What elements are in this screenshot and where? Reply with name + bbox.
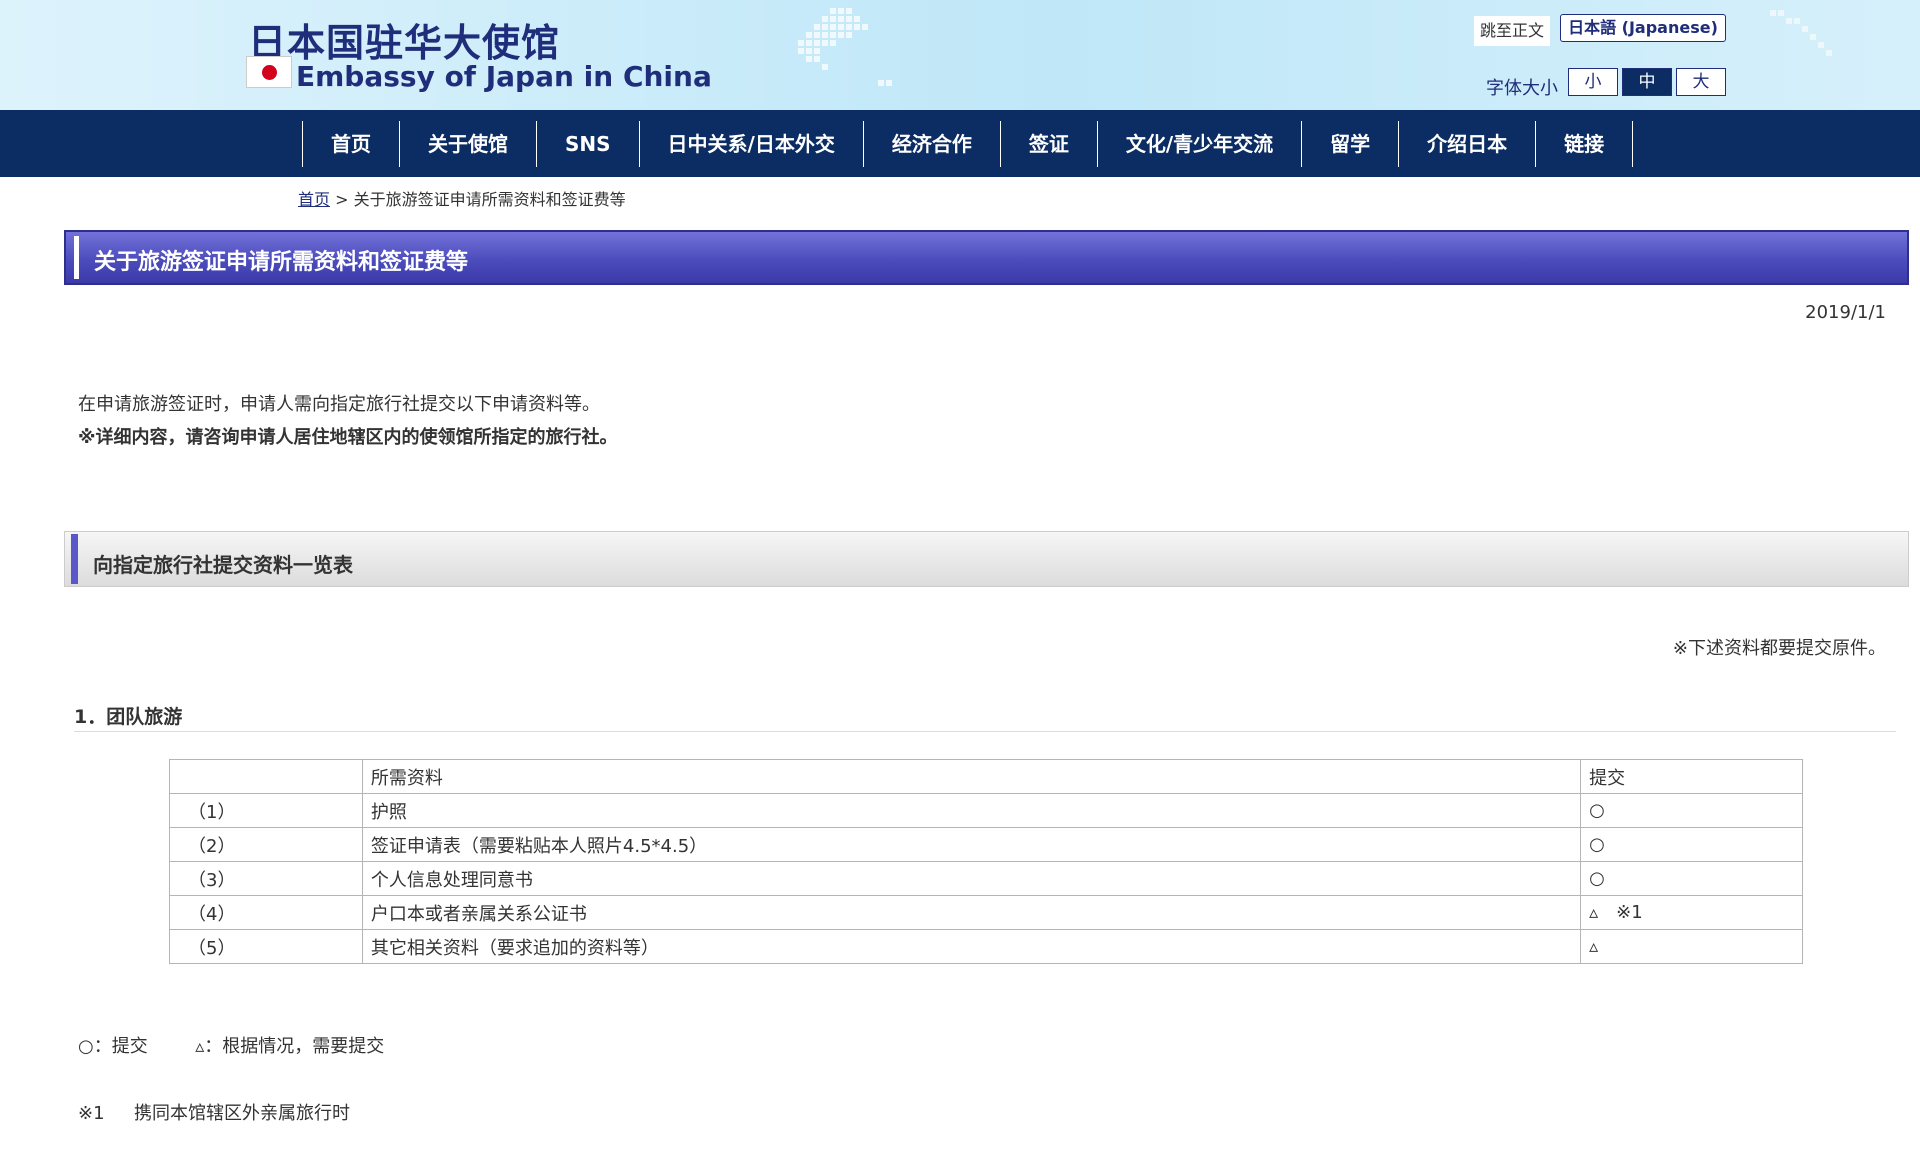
site-title-english[interactable]: Embassy of Japan in China [296,60,712,93]
nav-item-study-abroad[interactable]: 留学 [1302,121,1400,167]
document-name: 个人信息处理同意书 [361,861,1582,896]
section-title: 向指定旅行社提交资料一览表 [93,553,353,577]
breadcrumb-current: 关于旅游签证申请所需资料和签证费等 [353,190,626,209]
footnote-text: 携同本馆辖区外亲属旅行时 [134,1103,351,1124]
document-name: 护照 [361,793,1582,828]
japan-flag-icon [246,56,292,88]
section-accent [71,534,78,584]
originals-note: ※下述资料都要提交原件。 [1672,638,1886,659]
japanese-language-button[interactable]: 日本語 (Japanese) [1560,14,1726,42]
font-size-medium-button[interactable]: 中 [1622,68,1672,96]
table-row: （5） 其它相关资料（要求追加的资料等） ▵ [169,929,1803,964]
page-title-bar: 关于旅游签证申请所需资料和签证费等 [64,230,1909,285]
required-documents-table: 所需资料 提交 （1） 护照 ○ （2） 签证申请表（需要粘贴本人照片4.5*4… [169,759,1803,964]
nav-item-japan-china-relations[interactable]: 日中关系/日本外交 [640,121,864,167]
submit-cell: ▵ [1580,929,1803,964]
row-number: （3） [169,861,363,896]
nav-item-culture-youth-exchange[interactable]: 文化/青少年交流 [1098,121,1303,167]
footnote-mark: ※1 [78,1103,105,1124]
document-name: 签证申请表（需要粘贴本人照片4.5*4.5） [361,827,1582,862]
nav-item-economic-cooperation[interactable]: 经济合作 [864,121,1001,167]
nav-item-visa[interactable]: 签证 [1001,121,1098,167]
footnote: ※1 携同本馆辖区外亲属旅行时 [78,1099,350,1125]
page-title: 关于旅游签证申请所需资料和签证费等 [94,250,469,275]
document-name: 户口本或者亲属关系公证书 [361,895,1582,930]
submit-cell: ○ [1580,827,1803,862]
submit-cell: ○ [1580,861,1803,896]
nav-item-introduce-japan[interactable]: 介绍日本 [1399,121,1537,167]
table-header-cell [169,759,363,794]
title-accent-line [74,236,79,279]
table-header-row: 所需资料 提交 [169,759,1803,794]
subsection-title: 1．团队旅游 [74,702,1896,732]
intro-line: 在申请旅游签证时，申请人需向指定旅行社提交以下申请资料等。 [78,394,600,415]
site-title-japanese[interactable]: 日本国驻华大使馆 [248,12,560,67]
nav-list: 首页 关于使馆 SNS 日中关系/日本外交 经济合作 签证 文化/青少年交流 留… [302,121,1634,167]
submit-mark: ○ [1589,800,1605,821]
site-header: 日本国驻华大使馆 Embassy of Japan in China 跳至正文 … [0,0,1920,110]
intro-note: ※详细内容，请咨询申请人居住地辖区内的使领馆所指定的旅行社。 [78,427,618,448]
font-size-large-button[interactable]: 大 [1676,68,1726,96]
nav-item-sns[interactable]: SNS [537,121,640,167]
table-header-cell: 提交 [1580,759,1803,794]
document-name: 其它相关资料（要求追加的资料等） [361,929,1582,964]
nav-item-links[interactable]: 链接 [1536,121,1634,167]
row-number: （2） [169,827,363,862]
submit-mark: ○ [1589,834,1605,855]
nav-item-about-embassy[interactable]: 关于使馆 [400,121,537,167]
row-number: （1） [169,793,363,828]
table-row: （2） 签证申请表（需要粘贴本人照片4.5*4.5） ○ [169,827,1803,862]
table-row: （1） 护照 ○ [169,793,1803,828]
section-header: 向指定旅行社提交资料一览表 [64,531,1909,587]
breadcrumb-home-link[interactable]: 首页 [298,190,330,209]
publish-date: 2019/1/1 [1805,302,1886,323]
submit-mark: ▵ [1589,936,1599,957]
submit-mark: ○ [1589,868,1605,889]
main-navigation: 首页 关于使馆 SNS 日中关系/日本外交 经济合作 签证 文化/青少年交流 留… [0,110,1920,177]
skip-to-content-link[interactable]: 跳至正文 [1474,16,1550,46]
breadcrumb-separator: > [335,190,349,209]
font-size-small-button[interactable]: 小 [1568,68,1618,96]
row-number: （4） [169,895,363,930]
submit-mark: ▵ [1589,902,1599,923]
submit-footnote-ref: ※1 [1616,902,1643,923]
submit-cell: ▵ ※1 [1580,895,1803,930]
intro-text: 在申请旅游签证时，申请人需向指定旅行社提交以下申请资料等。 ※详细内容，请咨询申… [78,388,618,454]
table-row: （4） 户口本或者亲属关系公证书 ▵ ※1 [169,895,1803,930]
submit-cell: ○ [1580,793,1803,828]
legend-submit: ○：提交 [78,1036,148,1057]
legend: ○：提交 ▵：根据情况，需要提交 [78,1032,384,1058]
legend-conditional: ▵：根据情况，需要提交 [195,1036,385,1057]
world-map-decoration-right [1770,10,1832,56]
font-size-label: 字体大小 [1486,78,1558,99]
breadcrumb: 首页 > 关于旅游签证申请所需资料和签证费等 [298,186,626,210]
table-header-cell: 所需资料 [361,759,1582,794]
row-number: （5） [169,929,363,964]
world-map-decoration [798,8,892,86]
nav-item-home[interactable]: 首页 [303,121,400,167]
table-row: （3） 个人信息处理同意书 ○ [169,861,1803,896]
